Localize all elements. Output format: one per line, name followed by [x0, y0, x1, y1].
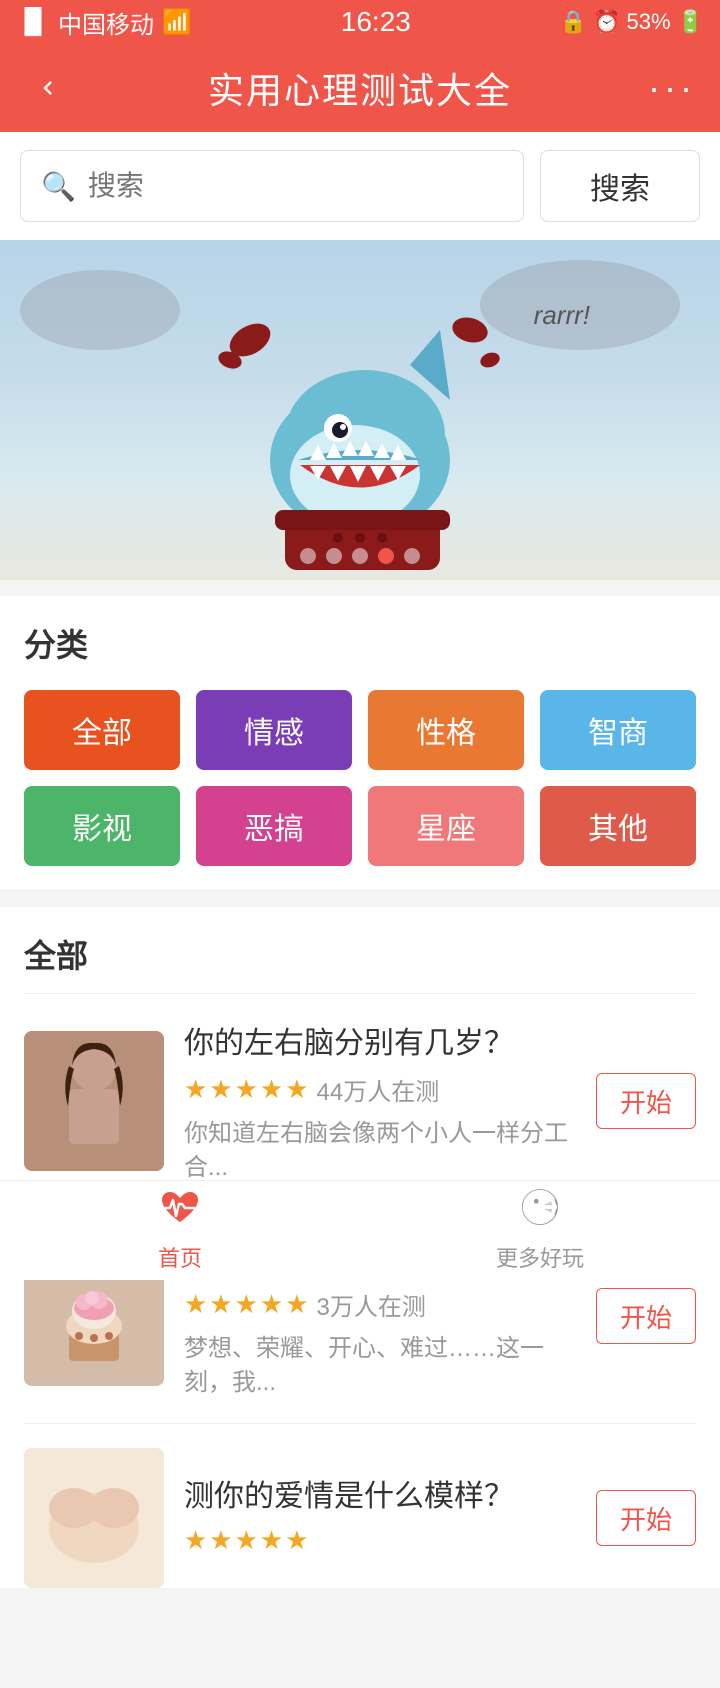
status-bar: ▐▌ 中国移动 📶 16:23 🔒 ⏰ 53% 🔋: [0, 0, 720, 44]
search-button[interactable]: 搜索: [540, 150, 700, 222]
banner: rarrr!: [0, 240, 720, 580]
category-all[interactable]: 全部: [24, 690, 180, 770]
category-grid: 全部 情感 性格 智商 影视 恶搞 星座 其他: [24, 690, 696, 890]
item-1-content: 你的左右脑分别有几岁？ ★★★★★ 44万人在测 你知道左右脑会像两个小人一样分…: [184, 1018, 576, 1184]
pacman-svg: [521, 1188, 559, 1226]
status-left: ▐▌ 中国移动 📶: [16, 5, 192, 40]
carrier-name: 中国移动: [58, 5, 154, 40]
stars-icon-1: ★★★★★: [184, 1074, 311, 1105]
start-button-2[interactable]: 开始: [596, 1288, 696, 1344]
banner-dot-3: [352, 548, 368, 564]
category-humor[interactable]: 恶搞: [196, 786, 352, 866]
page-title: 实用心理测试大全: [208, 62, 512, 114]
item-2-action: 开始: [596, 1288, 696, 1344]
heart-svg: [158, 1188, 202, 1226]
category-film[interactable]: 影视: [24, 786, 180, 866]
search-input[interactable]: [88, 170, 503, 202]
list-item: 你的左右脑分别有几岁？ ★★★★★ 44万人在测 你知道左右脑会像两个小人一样分…: [24, 994, 696, 1209]
search-icon: 🔍: [41, 170, 76, 203]
banner-dots: [300, 548, 420, 564]
item-1-title: 你的左右脑分别有几岁？: [184, 1018, 576, 1062]
banner-dot-5: [404, 548, 420, 564]
item-1-count: 44万人在测: [317, 1072, 440, 1107]
item-3-action: 开始: [596, 1490, 696, 1546]
more-games-icon: [521, 1188, 559, 1235]
category-personality[interactable]: 性格: [368, 690, 524, 770]
item-1-desc: 你知道左右脑会像两个小人一样分工合...: [184, 1117, 576, 1184]
item-2-count: 3万人在测: [317, 1287, 426, 1322]
start-button-3[interactable]: 开始: [596, 1490, 696, 1546]
home-icon: [158, 1188, 202, 1235]
category-other[interactable]: 其他: [540, 786, 696, 866]
category-emotion[interactable]: 情感: [196, 690, 352, 770]
banner-dot-1: [300, 548, 316, 564]
banner-dot-2: [326, 548, 342, 564]
shark-illustration: [190, 280, 530, 580]
categories-title: 分类: [24, 620, 696, 666]
category-iq[interactable]: 智商: [540, 690, 696, 770]
more-button[interactable]: ···: [648, 67, 696, 109]
item-1-stars: ★★★★★ 44万人在测: [184, 1072, 576, 1107]
status-right: 🔒 ⏰ 53% 🔋: [560, 9, 704, 35]
list-item: 测你的爱情是什么模样？ ★★★★★ 开始: [24, 1424, 696, 1588]
bottom-nav-home[interactable]: 首页: [0, 1188, 360, 1273]
bottom-nav: 首页 更多好玩: [0, 1180, 720, 1280]
banner-dot-4: [378, 548, 394, 564]
item-2-desc: 梦想、荣耀、开心、难过……这一刻，我...: [184, 1332, 576, 1399]
item-3-stars: ★★★★★: [184, 1525, 576, 1556]
cloud-left: [20, 270, 180, 350]
search-bar: 🔍 搜索: [0, 132, 720, 240]
home-label: 首页: [158, 1241, 202, 1273]
status-time: 16:23: [341, 6, 411, 38]
item-3-thumbnail: [24, 1448, 164, 1588]
item-3-content: 测你的爱情是什么模样？ ★★★★★: [184, 1471, 576, 1566]
battery-level: 53%: [627, 9, 671, 35]
stars-icon-2: ★★★★★: [184, 1289, 311, 1320]
categories-section: 分类 全部 情感 性格 智商 影视 恶搞 星座 其他: [0, 596, 720, 891]
list-section-title: 全部: [24, 931, 696, 994]
battery-icon: 🔋: [677, 9, 704, 35]
thumb-3-image: [24, 1448, 164, 1588]
wifi-icon: 📶: [162, 8, 192, 37]
more-label: 更多好玩: [496, 1241, 584, 1273]
bottom-nav-more[interactable]: 更多好玩: [360, 1188, 720, 1273]
back-button[interactable]: [24, 64, 72, 112]
start-button-1[interactable]: 开始: [596, 1073, 696, 1129]
lock-icon: 🔒: [560, 9, 587, 35]
item-2-stars: ★★★★★ 3万人在测: [184, 1287, 576, 1322]
item-3-title: 测你的爱情是什么模样？: [184, 1471, 576, 1515]
category-horoscope[interactable]: 星座: [368, 786, 524, 866]
back-icon: [34, 74, 62, 102]
item-1-action: 开始: [596, 1073, 696, 1129]
signal-icon: ▐▌: [16, 8, 50, 36]
stars-icon-3: ★★★★★: [184, 1525, 311, 1556]
item-1-thumbnail: [24, 1031, 164, 1171]
thumb-1-image: [24, 1031, 164, 1171]
search-input-wrap[interactable]: 🔍: [20, 150, 524, 222]
rarrr-text: rarrr!: [534, 300, 590, 331]
nav-bar: 实用心理测试大全 ···: [0, 44, 720, 132]
alarm-icon: ⏰: [593, 9, 620, 35]
divider: [0, 890, 720, 891]
